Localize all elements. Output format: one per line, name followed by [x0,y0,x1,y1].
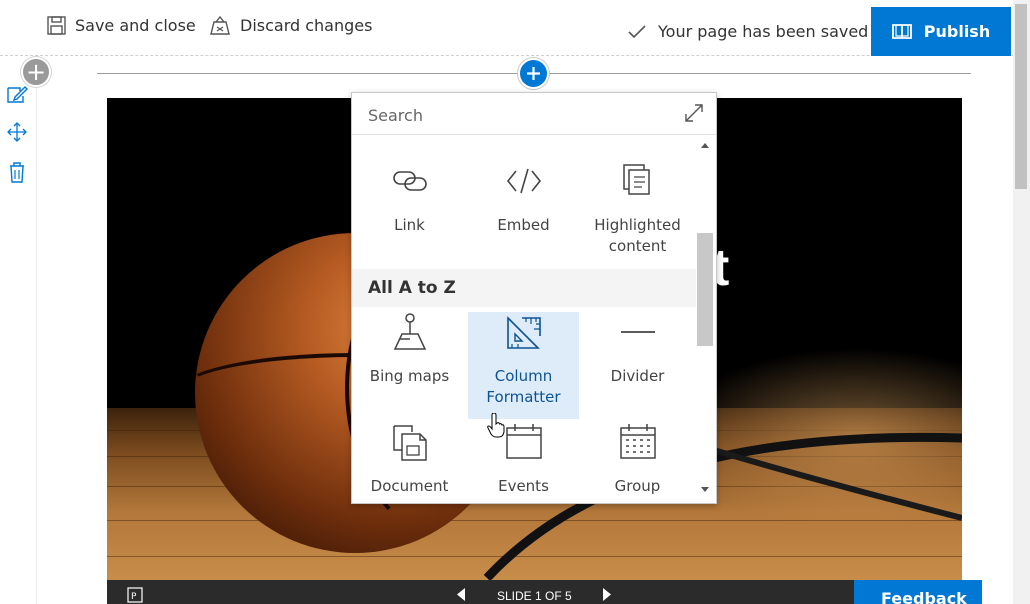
tile-label: Divider [610,367,665,385]
publish-label: Publish [923,22,991,41]
plus-icon [527,67,540,80]
add-section-left-button[interactable]: + [21,57,51,87]
checkmark-icon [628,24,646,38]
page-scrollbar-thumb[interactable] [1015,4,1027,189]
webpart-tile-document[interactable]: Document [354,422,465,503]
slideshow-bar: P SLIDE 1 OF 5 [107,580,962,604]
section-toolbar [0,57,37,604]
hand-cursor-icon [487,413,505,438]
group-icon [620,424,656,459]
page-scrollbar[interactable] [1013,0,1030,604]
column-formatter-icon [507,316,541,349]
webpart-tile-column-formatter[interactable]: Column Formatter [468,312,579,419]
webpart-tile-divider[interactable]: Divider [582,312,693,419]
discard-icon [210,16,230,35]
webpart-tile-bing-maps[interactable]: Bing maps [354,312,465,419]
document-icon [393,425,427,461]
add-webpart-button[interactable] [518,58,549,89]
save-icon [47,16,66,35]
discard-changes-label: Discard changes [240,16,373,35]
publish-button[interactable]: Publish [871,7,1011,56]
tile-label: Link [394,216,425,234]
tile-label: Embed [497,216,550,234]
svg-text:P: P [131,592,137,602]
next-slide-icon[interactable] [603,588,612,601]
webpart-tile-group[interactable]: Group [582,422,693,503]
move-section-icon[interactable] [6,121,28,143]
expand-icon[interactable] [684,103,704,123]
embed-icon [506,168,542,194]
picker-search-bar [352,93,716,135]
picker-scrollbar[interactable] [696,135,716,503]
webpart-tile-embed[interactable]: Embed [468,161,579,268]
discard-changes-button[interactable]: Discard changes [209,16,372,35]
group-header-all-a-to-z: All A to Z [352,269,696,307]
tile-label: Events [498,477,549,495]
delete-section-icon[interactable] [6,161,28,183]
search-input[interactable] [368,104,668,126]
tile-label: Group [614,477,661,495]
tile-label-line2: Formatter [486,388,561,406]
save-status-text: Your page has been saved [658,22,869,41]
powerpoint-icon: P [127,587,143,603]
bing-maps-icon [393,313,427,350]
link-icon [393,171,427,191]
webpart-picker: Link Embed Highlighted content All A to … [351,92,717,504]
save-and-close-button[interactable]: Save and close [47,16,196,35]
edit-section-icon[interactable] [6,84,28,106]
book-icon [891,24,912,39]
tile-label: Document [370,477,449,495]
slide-counter: SLIDE 1 OF 5 [497,589,572,603]
tile-label: Highlighted [594,216,681,234]
tile-label-line2: content [608,237,667,255]
save-and-close-label: Save and close [75,16,196,35]
feedback-button[interactable]: Feedback [854,580,982,604]
command-bar: Save and close Discard changes Your page… [0,0,1030,57]
highlighted-content-icon [623,164,650,195]
page-editor: Save and close Discard changes Your page… [0,0,1030,604]
divider-icon [621,331,655,333]
webpart-tile-highlighted-content[interactable]: Highlighted content [582,161,693,268]
webpart-tile-link[interactable]: Link [354,161,465,268]
tile-label: Column [494,367,553,385]
events-icon [506,424,542,459]
scrollbar-thumb[interactable] [697,233,713,346]
previous-slide-icon[interactable] [457,588,466,601]
save-status: Your page has been saved [628,22,868,41]
webpart-tile-events[interactable]: Events [468,422,579,503]
scroll-down-arrow-icon[interactable] [701,487,709,492]
tile-label: Bing maps [369,367,450,385]
webpart-list: Link Embed Highlighted content All A to … [352,135,696,503]
scroll-up-arrow-icon[interactable] [701,143,709,148]
